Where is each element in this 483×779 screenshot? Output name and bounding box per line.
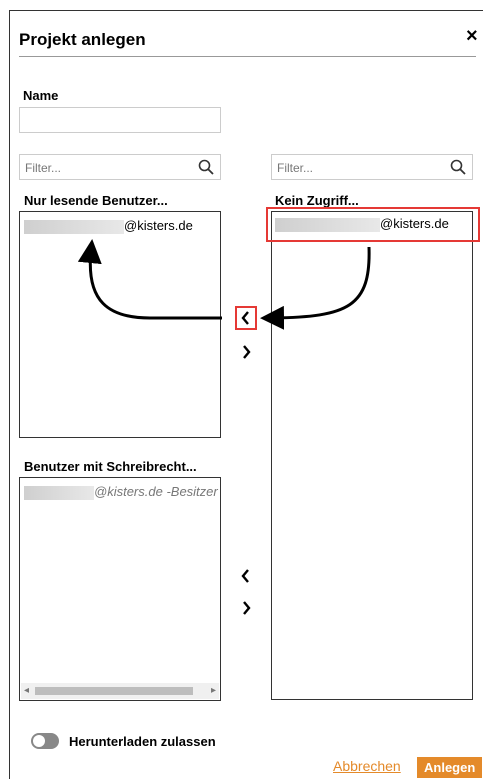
- create-button[interactable]: Anlegen: [417, 757, 483, 778]
- cancel-button[interactable]: Abbrechen: [333, 758, 401, 774]
- download-toggle-label: Herunterladen zulassen: [69, 734, 216, 749]
- download-toggle[interactable]: [31, 733, 59, 749]
- create-project-dialog: Projekt anlegen × Name Filter... Filter.…: [9, 10, 483, 779]
- toggle-knob: [33, 735, 45, 747]
- annotation-arrow: [77, 239, 371, 330]
